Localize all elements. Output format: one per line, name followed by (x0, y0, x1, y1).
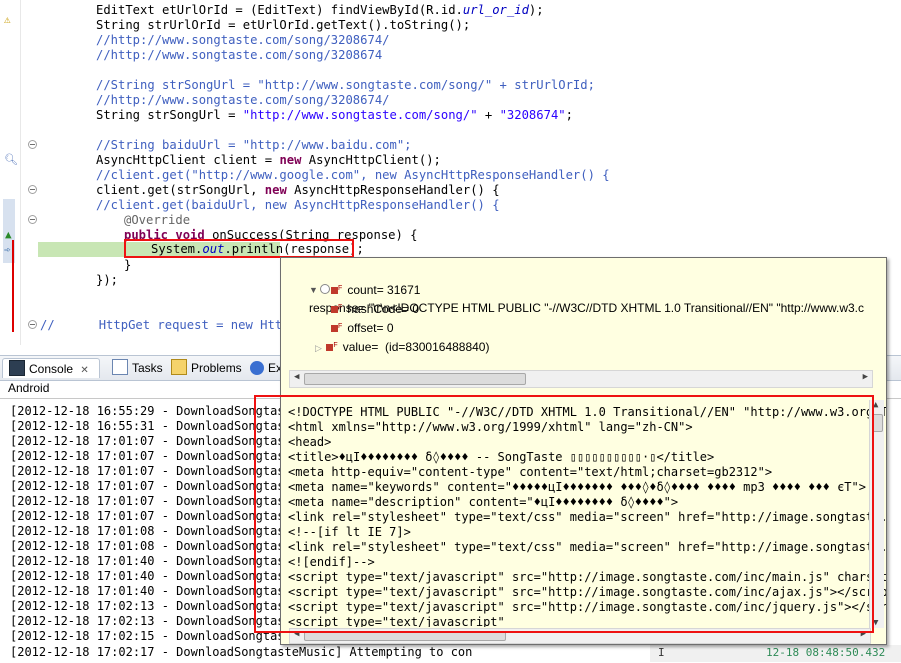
code-annotation[interactable]: @Override (124, 213, 190, 228)
code-comment[interactable]: //String strSongUrl = "http://www.songta… (96, 78, 595, 93)
variable-icon (320, 284, 331, 294)
breakpoint-icon[interactable]: ▲ (5, 229, 12, 240)
expand-icon[interactable]: ▷ (315, 339, 323, 357)
tree-root-row[interactable]: ▼ response= "\r\n<!DOCTYPE HTML PUBLIC "… (289, 262, 864, 315)
tab-label: Console (29, 362, 74, 376)
code-comment[interactable]: //http://www.songtaste.com/song/3208674/ (96, 33, 390, 48)
highlight-marker (12, 240, 14, 332)
code-line[interactable]: } (124, 258, 131, 273)
code-comment[interactable]: // HttpGet request = new HttpG (40, 318, 297, 333)
scrollbar-thumb[interactable] (304, 373, 526, 385)
code-comment[interactable]: //http://www.songtaste.com/song/3208674 (96, 48, 382, 63)
fold-marker-icon[interactable] (28, 320, 37, 329)
variable-value: "\r\n<!DOCTYPE HTML PUBLIC "-//W3C//DTD … (368, 301, 864, 315)
logcat-status: I 12-18 08:48:50.432 (650, 645, 901, 662)
scroll-right-icon[interactable]: ▶ (863, 372, 868, 382)
field-icon (331, 318, 342, 336)
tab-console[interactable]: Console ✕ (2, 358, 100, 378)
editor-gutter: ⚠ 🔍︎ ▲ ➾ (0, 0, 21, 345)
code-line[interactable]: client.get(strSongUrl, new AsyncHttpResp… (96, 183, 500, 198)
tab-problems[interactable]: Problems (171, 358, 242, 378)
code-comment[interactable]: //client.get("http://www.google.com", ne… (96, 168, 610, 183)
scroll-left-icon[interactable]: ◀ (294, 372, 299, 382)
log-timestamp: 12-18 08:48:50.432 (766, 646, 886, 659)
tab-ex[interactable]: Ex (250, 358, 282, 378)
instruction-pointer-icon: ➾ (4, 243, 11, 256)
tree-field-row[interactable]: ▷ value= (id=830016488840) (315, 337, 490, 357)
code-line[interactable]: }); (96, 273, 118, 288)
field-icon (331, 299, 342, 317)
field-icon (326, 337, 338, 355)
field-text: count= 31671 (347, 283, 421, 297)
console-icon (9, 360, 25, 376)
collapse-icon[interactable]: ▼ (309, 281, 318, 299)
tab-label: Tasks (132, 361, 163, 375)
tab-tasks[interactable]: Tasks (112, 358, 163, 378)
tasks-icon (112, 359, 128, 375)
code-line[interactable]: AsyncHttpClient client = new AsyncHttpCl… (96, 153, 441, 168)
highlight-box (254, 395, 874, 633)
run-icon (250, 361, 264, 375)
popup-sash[interactable] (281, 388, 884, 394)
warning-icon: ⚠ (4, 13, 11, 26)
close-icon[interactable]: ✕ (80, 365, 88, 376)
highlight-box (124, 239, 354, 258)
field-icon (331, 280, 342, 298)
tree-field-row[interactable]: count= 31671 (331, 280, 421, 299)
fold-marker-icon[interactable] (28, 185, 37, 194)
fold-marker-icon[interactable] (28, 215, 37, 224)
field-text: value= (id=830016488840) (342, 340, 490, 354)
tree-field-row[interactable]: hashCode= 0 (331, 299, 420, 318)
tree-field-row[interactable]: offset= 0 (331, 318, 394, 337)
code-line[interactable]: EditText etUrlOrId = (EditText) findView… (96, 3, 544, 18)
problems-icon (171, 359, 187, 375)
console-name: Android (8, 381, 50, 395)
code-comment[interactable]: //client.get(baiduUrl, new AsyncHttpResp… (96, 198, 500, 213)
field-text: offset= 0 (347, 321, 394, 335)
field-text: hashCode= 0 (347, 302, 420, 316)
code-comment[interactable]: //String baiduUrl = "http://www.baidu.co… (96, 138, 412, 153)
log-level: I (658, 646, 665, 659)
tab-label: Problems (191, 361, 242, 375)
variable-tree[interactable]: ▼ response= "\r\n<!DOCTYPE HTML PUBLIC "… (281, 258, 884, 368)
tree-horizontal-scrollbar[interactable]: ◀ ▶ (289, 370, 873, 388)
code-comment[interactable]: //http://www.songtaste.com/song/3208674/ (96, 93, 390, 108)
code-line[interactable]: String strSongUrl = "http://www.songtast… (96, 108, 573, 123)
fold-marker-icon[interactable] (28, 140, 37, 149)
fold-ruler (22, 0, 37, 345)
search-marker-icon: 🔍︎ (4, 153, 18, 166)
code-line[interactable]: String strUrlOrId = etUrlOrId.getText().… (96, 18, 470, 33)
log-line: [2012-12-18 17:02:17 - DownloadSongtaste… (10, 645, 473, 659)
